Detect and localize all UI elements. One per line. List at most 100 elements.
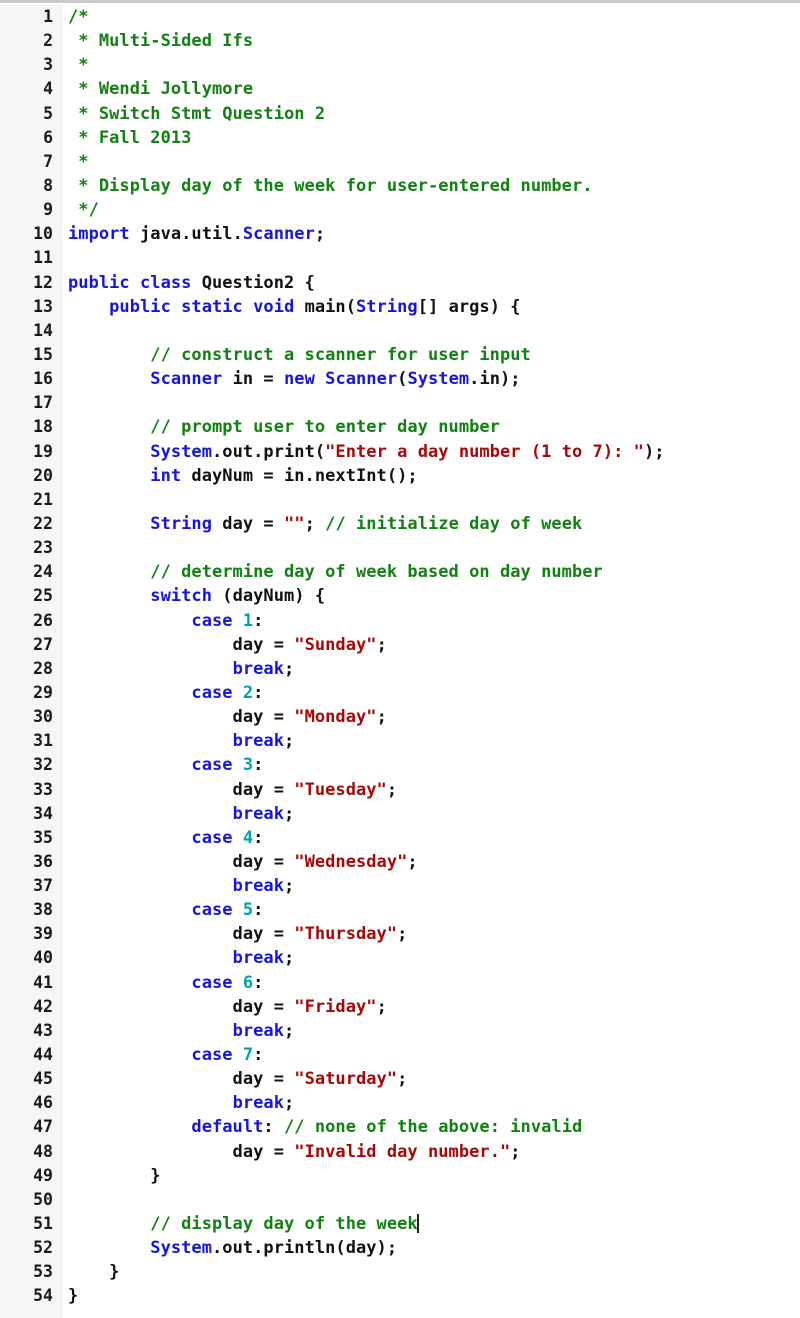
line-number: 47 xyxy=(33,1117,53,1137)
line-number: 21 xyxy=(33,489,53,509)
token-plain: } xyxy=(68,1286,79,1307)
code-line[interactable] xyxy=(68,488,800,512)
token-plain: day = xyxy=(68,779,295,800)
token-plain: day = xyxy=(68,1069,295,1090)
code-line[interactable]: break; xyxy=(68,946,800,970)
code-content[interactable]: /* * Multi-Sided Ifs * * Wendi Jollymore… xyxy=(62,5,800,1309)
line-number: 9 xyxy=(43,200,53,220)
code-line[interactable]: import java.util.Scanner; xyxy=(68,222,800,246)
token-plain: ; xyxy=(376,996,387,1017)
code-line[interactable]: * Wendi Jollymore xyxy=(68,77,800,101)
code-line[interactable]: break; xyxy=(68,1091,800,1115)
token-plain: ; xyxy=(407,851,418,872)
code-line[interactable]: case 7: xyxy=(68,1043,800,1067)
line-number: 3 xyxy=(43,55,53,75)
code-line[interactable]: } xyxy=(68,1164,800,1188)
code-line[interactable]: System.out.print("Enter a day number (1 … xyxy=(68,440,800,464)
code-line[interactable]: String day = ""; // initialize day of we… xyxy=(68,512,800,536)
token-plain: ; xyxy=(510,1141,521,1162)
token-comment: // construct a scanner for user input xyxy=(150,344,531,365)
code-line[interactable]: case 3: xyxy=(68,753,800,777)
line-number: 10 xyxy=(33,224,53,244)
line-number: 46 xyxy=(33,1093,53,1113)
token-plain: ; xyxy=(284,1093,295,1114)
code-line[interactable]: day = "Invalid day number."; xyxy=(68,1140,800,1164)
code-line[interactable]: // construct a scanner for user input xyxy=(68,343,800,367)
token-string: "Friday" xyxy=(294,996,377,1017)
token-plain: ; xyxy=(284,658,295,679)
code-line[interactable]: day = "Saturday"; xyxy=(68,1067,800,1091)
code-line[interactable]: case 1: xyxy=(68,609,800,633)
code-line[interactable]: break; xyxy=(68,1019,800,1043)
code-line[interactable]: day = "Sunday"; xyxy=(68,633,800,657)
code-line[interactable]: * Fall 2013 xyxy=(68,126,800,150)
token-plain: : xyxy=(253,827,264,848)
code-line[interactable]: case 2: xyxy=(68,681,800,705)
line-number: 16 xyxy=(33,369,53,389)
code-line[interactable]: day = "Wednesday"; xyxy=(68,850,800,874)
code-line[interactable]: break; xyxy=(68,657,800,681)
code-line[interactable]: public static void main(String[] args) { xyxy=(68,295,800,319)
code-line[interactable]: break; xyxy=(68,729,800,753)
line-number: 48 xyxy=(33,1141,53,1161)
code-line[interactable]: Scanner in = new Scanner(System.in); xyxy=(68,367,800,391)
code-line[interactable]: case 5: xyxy=(68,898,800,922)
token-keyword: break xyxy=(232,876,284,897)
code-line[interactable] xyxy=(68,246,800,270)
code-line[interactable]: case 4: xyxy=(68,826,800,850)
code-line[interactable]: // display day of the week xyxy=(68,1212,800,1236)
token-plain: : xyxy=(253,1045,264,1066)
code-line[interactable]: day = "Friday"; xyxy=(68,995,800,1019)
line-number: 34 xyxy=(33,803,53,823)
code-line[interactable]: * xyxy=(68,53,800,77)
code-line[interactable]: /* xyxy=(68,5,800,29)
line-number: 31 xyxy=(33,731,53,751)
code-line[interactable]: } xyxy=(68,1284,800,1308)
line-number: 44 xyxy=(33,1045,53,1065)
code-line[interactable]: System.out.println(day); xyxy=(68,1236,800,1260)
code-line[interactable]: */ xyxy=(68,198,800,222)
code-line[interactable]: * Display day of the week for user-enter… xyxy=(68,174,800,198)
token-string: "Thursday" xyxy=(294,924,398,945)
code-line[interactable]: // determine day of week based on day nu… xyxy=(68,560,800,584)
token-comment: // display day of the week xyxy=(150,1214,418,1235)
code-line[interactable]: day = "Tuesday"; xyxy=(68,778,800,802)
token-number: 3 xyxy=(242,755,254,776)
code-area[interactable]: 1 2 3 4 5 6 7 8 9 10 11 12 13 14 15 16 17 18 19 20 21 22 23 24 2… xyxy=(0,3,800,1318)
code-line[interactable]: day = "Monday"; xyxy=(68,705,800,729)
code-line[interactable]: * Multi-Sided Ifs xyxy=(68,29,800,53)
line-number: 29 xyxy=(33,682,53,702)
code-line[interactable]: case 6: xyxy=(68,971,800,995)
token-keyword: break xyxy=(232,1093,284,1114)
code-line[interactable]: day = "Thursday"; xyxy=(68,922,800,946)
line-number: 24 xyxy=(33,562,53,582)
token-type: Scanner xyxy=(242,224,315,245)
code-line[interactable]: default: // none of the above: invalid xyxy=(68,1115,800,1139)
code-line[interactable]: switch (dayNum) { xyxy=(68,584,800,608)
token-keyword: break xyxy=(232,658,284,679)
code-line[interactable] xyxy=(68,1188,800,1212)
token-plain: day = xyxy=(68,851,295,872)
code-line[interactable]: int dayNum = in.nextInt(); xyxy=(68,464,800,488)
code-line[interactable]: break; xyxy=(68,802,800,826)
token-string: "" xyxy=(284,513,305,534)
code-line[interactable]: public class Question2 { xyxy=(68,271,800,295)
code-editor[interactable]: 1 2 3 4 5 6 7 8 9 10 11 12 13 14 15 16 17 18 19 20 21 22 23 24 2… xyxy=(0,0,800,1318)
code-line[interactable]: * xyxy=(68,150,800,174)
line-number: 49 xyxy=(33,1165,53,1185)
code-line[interactable] xyxy=(68,536,800,560)
code-line[interactable] xyxy=(68,319,800,343)
code-line[interactable]: * Switch Stmt Question 2 xyxy=(68,102,800,126)
code-line[interactable] xyxy=(68,391,800,415)
code-line[interactable]: // prompt user to enter day number xyxy=(68,415,800,439)
token-plain: java.util. xyxy=(129,224,243,245)
line-number: 19 xyxy=(33,441,53,461)
code-line[interactable]: } xyxy=(68,1260,800,1284)
code-line[interactable]: break; xyxy=(68,874,800,898)
